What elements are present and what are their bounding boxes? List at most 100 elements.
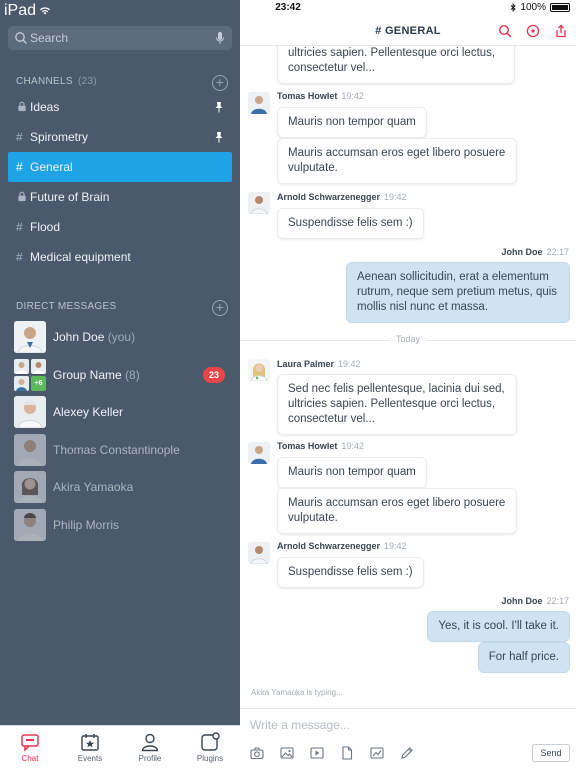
dm-akira-yamaoka[interactable]: Akira Yamaoka [14, 471, 228, 503]
message-bubble: ultricies sapien. Pellentesque orci lect… [277, 46, 515, 84]
battery-icon [550, 3, 570, 12]
channel-general[interactable]: # General [8, 152, 232, 182]
lock-icon [18, 191, 26, 202]
message-author: John Doe 22:17 [501, 596, 569, 606]
file-icon[interactable] [340, 746, 354, 760]
dm-name: Akira Yamaoka [53, 480, 134, 494]
dm-group-name[interactable]: +6 Group Name (8) 23 [14, 359, 228, 391]
message-time: 19:42 [341, 91, 364, 101]
share-icon[interactable] [554, 24, 568, 38]
send-button[interactable]: Send [532, 744, 570, 762]
person-icon [141, 733, 159, 752]
camera-icon[interactable] [250, 746, 264, 760]
message-time: 22:17 [546, 247, 569, 257]
dm-label: Akira Yamaoka [53, 480, 133, 494]
chart-icon[interactable] [370, 746, 384, 760]
tab-bar: Chat Events Profile Plugins [0, 725, 240, 768]
microphone-icon[interactable] [215, 31, 225, 45]
search-bar[interactable] [8, 26, 232, 50]
chat-header: # GENERAL [240, 16, 576, 46]
message-bubble: Mauris non tempor quam [277, 457, 427, 488]
dm-alexey-keller[interactable]: Alexey Keller [14, 396, 228, 428]
dm-name: John Doe [53, 330, 105, 344]
tab-profile[interactable]: Profile [120, 726, 180, 768]
lock-icon [18, 101, 26, 112]
message-author: Tomas Howlet 19:42 [277, 91, 364, 101]
tab-chat[interactable]: Chat [0, 726, 60, 768]
dm-name: Philip Morris [53, 518, 120, 532]
date-divider: Today [240, 334, 576, 346]
message-bubble: Suspendisse felis sem :) [277, 208, 424, 239]
own-message-bubble: Aenean sollicitudin, erat a elementum ru… [346, 262, 570, 323]
avatar [248, 542, 270, 564]
own-message-bubble: Yes, it is cool. I'll take it. [427, 611, 570, 642]
author-name: Laura Palmer [277, 359, 335, 369]
image-icon[interactable] [280, 746, 294, 760]
channel-future-of-brain[interactable]: Future of Brain [8, 182, 232, 212]
avatar [248, 192, 270, 214]
tab-plugins[interactable]: Plugins [180, 726, 240, 768]
tab-events[interactable]: Events [60, 726, 120, 768]
dm-philip-morris[interactable]: Philip Morris [14, 509, 228, 541]
search-icon[interactable] [498, 24, 512, 38]
channel-flood[interactable]: # Flood [8, 212, 232, 242]
message-time: 19:42 [384, 541, 407, 551]
tab-label: Events [77, 754, 103, 763]
pin-icon [215, 102, 223, 113]
message-composer: Send [240, 708, 576, 768]
video-icon[interactable] [310, 746, 324, 760]
dm-label: Thomas Constantinople [53, 443, 180, 457]
own-message-bubble: For half price. [477, 642, 570, 673]
channels-header-label: CHANNELS [16, 76, 73, 87]
pencil-icon[interactable] [400, 746, 414, 760]
message-time: 22:17 [546, 596, 569, 606]
message-time: 19:42 [338, 359, 361, 369]
dm-sub: (8) [125, 368, 140, 382]
channel-name: Future of Brain [30, 190, 110, 204]
search-input[interactable] [30, 30, 210, 46]
dm-thomas-constantinople[interactable]: Thomas Constantinople [14, 434, 228, 466]
hash-icon: # [16, 250, 23, 264]
author-name: Tomas Howlet [277, 91, 338, 101]
dm-john-doe[interactable]: John Doe (you) [14, 321, 228, 353]
calendar-star-icon [81, 734, 99, 751]
add-direct-message-button[interactable]: + [212, 300, 228, 316]
avatar [248, 442, 270, 464]
channel-medical-equipment[interactable]: # Medical equipment [8, 242, 232, 272]
message-bubble: Suspendisse felis sem :) [277, 557, 424, 588]
tab-label: Profile [138, 754, 162, 763]
hash-icon: # [16, 220, 23, 234]
message-author: John Doe 22:17 [501, 247, 569, 257]
message-bubble: Mauris accumsan eros eget libero posuere… [277, 138, 517, 184]
pin-icon [215, 132, 223, 143]
message-input[interactable] [250, 717, 560, 733]
avatar [14, 434, 46, 466]
hash-icon: # [16, 130, 23, 144]
group-more-count: +6 [31, 376, 46, 391]
tab-label: Plugins [196, 754, 224, 763]
channel-name: Spirometry [30, 130, 89, 144]
group-avatar: +6 [14, 359, 46, 391]
status-time: 23:42 [275, 2, 301, 13]
avatar [14, 321, 46, 353]
message-list[interactable]: ultricies sapien. Pellentesque orci lect… [240, 46, 576, 706]
dm-sub: (you) [107, 330, 136, 344]
avatar [14, 396, 46, 428]
battery-percent: 100% [520, 2, 546, 13]
message-bubble: Mauris non tempor quam [277, 107, 427, 138]
add-channel-button[interactable]: + [212, 75, 228, 91]
channel-name: Flood [30, 220, 61, 234]
dm-name: Thomas Constantinople [53, 443, 180, 457]
channel-spirometry[interactable]: # Spirometry [8, 122, 232, 152]
status-right: 100% [510, 2, 570, 13]
avatar [14, 509, 46, 541]
author-name: Tomas Howlet [277, 441, 338, 451]
unread-badge: 23 [203, 367, 225, 383]
channel-ideas[interactable]: Ideas [8, 92, 232, 122]
chat-icon [21, 734, 39, 752]
sidebar: iPad CHANNELS (23) + Ideas # Spirometry … [0, 0, 240, 768]
message-bubble: Sed nec felis pellentesque, lacinia dui … [277, 374, 517, 435]
info-icon[interactable] [526, 24, 540, 38]
dm-label: Philip Morris [53, 518, 119, 532]
chat-panel: 23:42 100% # GENERAL ultricies sapien. P… [240, 0, 576, 768]
